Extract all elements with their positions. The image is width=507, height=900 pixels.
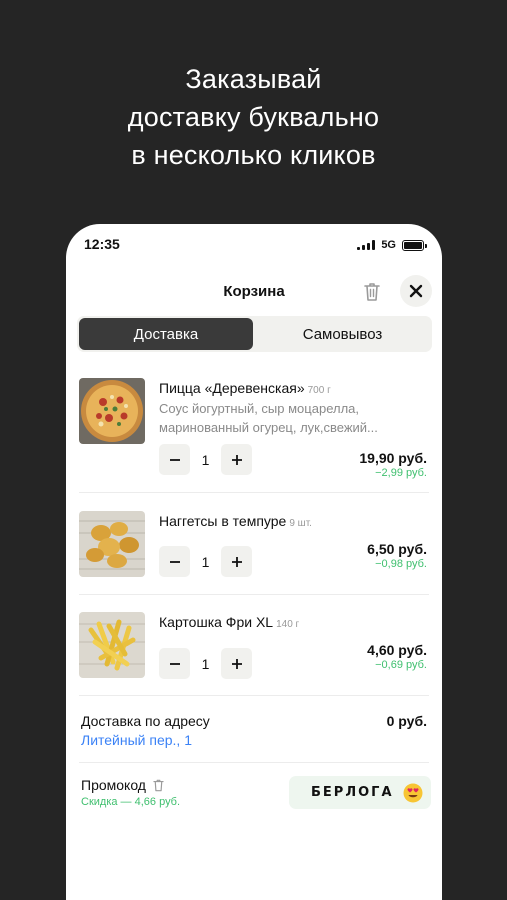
divider xyxy=(79,762,429,763)
remove-promo-trash-icon[interactable] xyxy=(152,778,165,793)
plus-icon xyxy=(231,658,242,669)
tab-pickup[interactable]: Самовывоз xyxy=(255,318,430,350)
item-weight: 700 г xyxy=(307,385,331,396)
quantity-value: 1 xyxy=(201,553,210,570)
pizza-image[interactable] xyxy=(79,378,145,444)
headline-line-1: Заказывай xyxy=(185,64,322,94)
battery-icon xyxy=(402,239,427,251)
item-price-block: 6,50 руб. −0,98 руб. xyxy=(367,541,427,570)
promo-label-row: Промокод xyxy=(81,777,165,793)
divider xyxy=(79,695,429,696)
increase-quantity-button[interactable] xyxy=(221,444,252,475)
promo-discount: Скидка — 4,66 руб. xyxy=(81,796,181,808)
item-title: Пицца «Деревенская» xyxy=(159,380,305,396)
increase-quantity-button[interactable] xyxy=(221,546,252,577)
status-bar: 12:35 5G xyxy=(84,236,427,256)
item-price: 6,50 руб. xyxy=(367,541,427,557)
nuggets-image[interactable] xyxy=(79,511,145,577)
increase-quantity-button[interactable] xyxy=(221,648,252,679)
item-price: 4,60 руб. xyxy=(367,642,427,658)
item-name: Наггетсы в темпуре 9 шт. xyxy=(159,513,312,529)
item-weight: 140 г xyxy=(276,619,300,630)
delivery-address-link[interactable]: Литейный пер., 1 xyxy=(81,732,427,748)
plus-icon xyxy=(231,556,242,567)
phone-screen: 12:35 5G Корзина Доставка Самовывоз Пицц… xyxy=(66,224,442,900)
item-weight: 9 шт. xyxy=(289,518,312,529)
item-discount: −0,98 руб. xyxy=(375,558,427,570)
close-button[interactable] xyxy=(400,275,432,307)
quantity-stepper: 1 xyxy=(159,648,252,679)
decrease-quantity-button[interactable] xyxy=(159,546,190,577)
decrease-quantity-button[interactable] xyxy=(159,444,190,475)
promo-headline: Заказывай доставку буквально в несколько… xyxy=(0,60,507,174)
minus-icon xyxy=(169,662,180,665)
delivery-label: Доставка по адресу xyxy=(81,713,210,729)
promo-label: Промокод xyxy=(81,777,146,793)
item-title: Наггетсы в темпуре xyxy=(159,513,287,529)
delivery-section: Доставка по адресу Литейный пер., 1 0 ру… xyxy=(81,713,427,748)
headline-line-3: в несколько кликов xyxy=(131,140,376,170)
item-description: Соус йогуртный, сыр моцарелла, маринован… xyxy=(159,401,378,435)
quantity-stepper: 1 xyxy=(159,444,252,475)
item-price-block: 19,90 руб. −2,99 руб. xyxy=(359,450,427,479)
item-name: Пицца «Деревенская» 700 г xyxy=(159,380,331,396)
heart-eyes-emoji-icon xyxy=(403,783,423,803)
delivery-cost: 0 руб. xyxy=(386,713,427,729)
item-discount: −0,69 руб. xyxy=(375,659,427,671)
divider xyxy=(79,594,429,595)
network-type: 5G xyxy=(381,239,396,251)
status-indicators: 5G xyxy=(357,239,427,251)
quantity-value: 1 xyxy=(201,655,210,672)
tab-delivery[interactable]: Доставка xyxy=(79,318,253,350)
minus-icon xyxy=(169,560,180,563)
plus-icon xyxy=(231,454,242,465)
promo-section: Промокод Скидка — 4,66 руб. БЕРЛОГА xyxy=(81,776,431,810)
fries-image[interactable] xyxy=(79,612,145,678)
item-price-block: 4,60 руб. −0,69 руб. xyxy=(367,642,427,671)
minus-icon xyxy=(169,458,180,461)
promo-code-field[interactable]: БЕРЛОГА xyxy=(289,776,431,809)
quantity-stepper: 1 xyxy=(159,546,252,577)
cart-header: Корзина xyxy=(66,274,442,308)
page-title: Корзина xyxy=(223,283,285,300)
promo-code-value: БЕРЛОГА xyxy=(311,785,394,800)
quantity-value: 1 xyxy=(201,451,210,468)
divider xyxy=(79,492,429,493)
delivery-mode-toggle: Доставка Самовывоз xyxy=(77,316,432,352)
clear-cart-trash-icon[interactable] xyxy=(362,281,382,303)
close-icon xyxy=(409,284,423,298)
item-name: Картошка Фри XL 140 г xyxy=(159,614,299,630)
signal-icon xyxy=(357,240,376,250)
status-time: 12:35 xyxy=(84,236,120,252)
item-title: Картошка Фри XL xyxy=(159,614,274,630)
headline-line-2: доставку буквально xyxy=(127,102,380,132)
item-discount: −2,99 руб. xyxy=(375,467,427,479)
decrease-quantity-button[interactable] xyxy=(159,648,190,679)
item-price: 19,90 руб. xyxy=(359,450,427,466)
